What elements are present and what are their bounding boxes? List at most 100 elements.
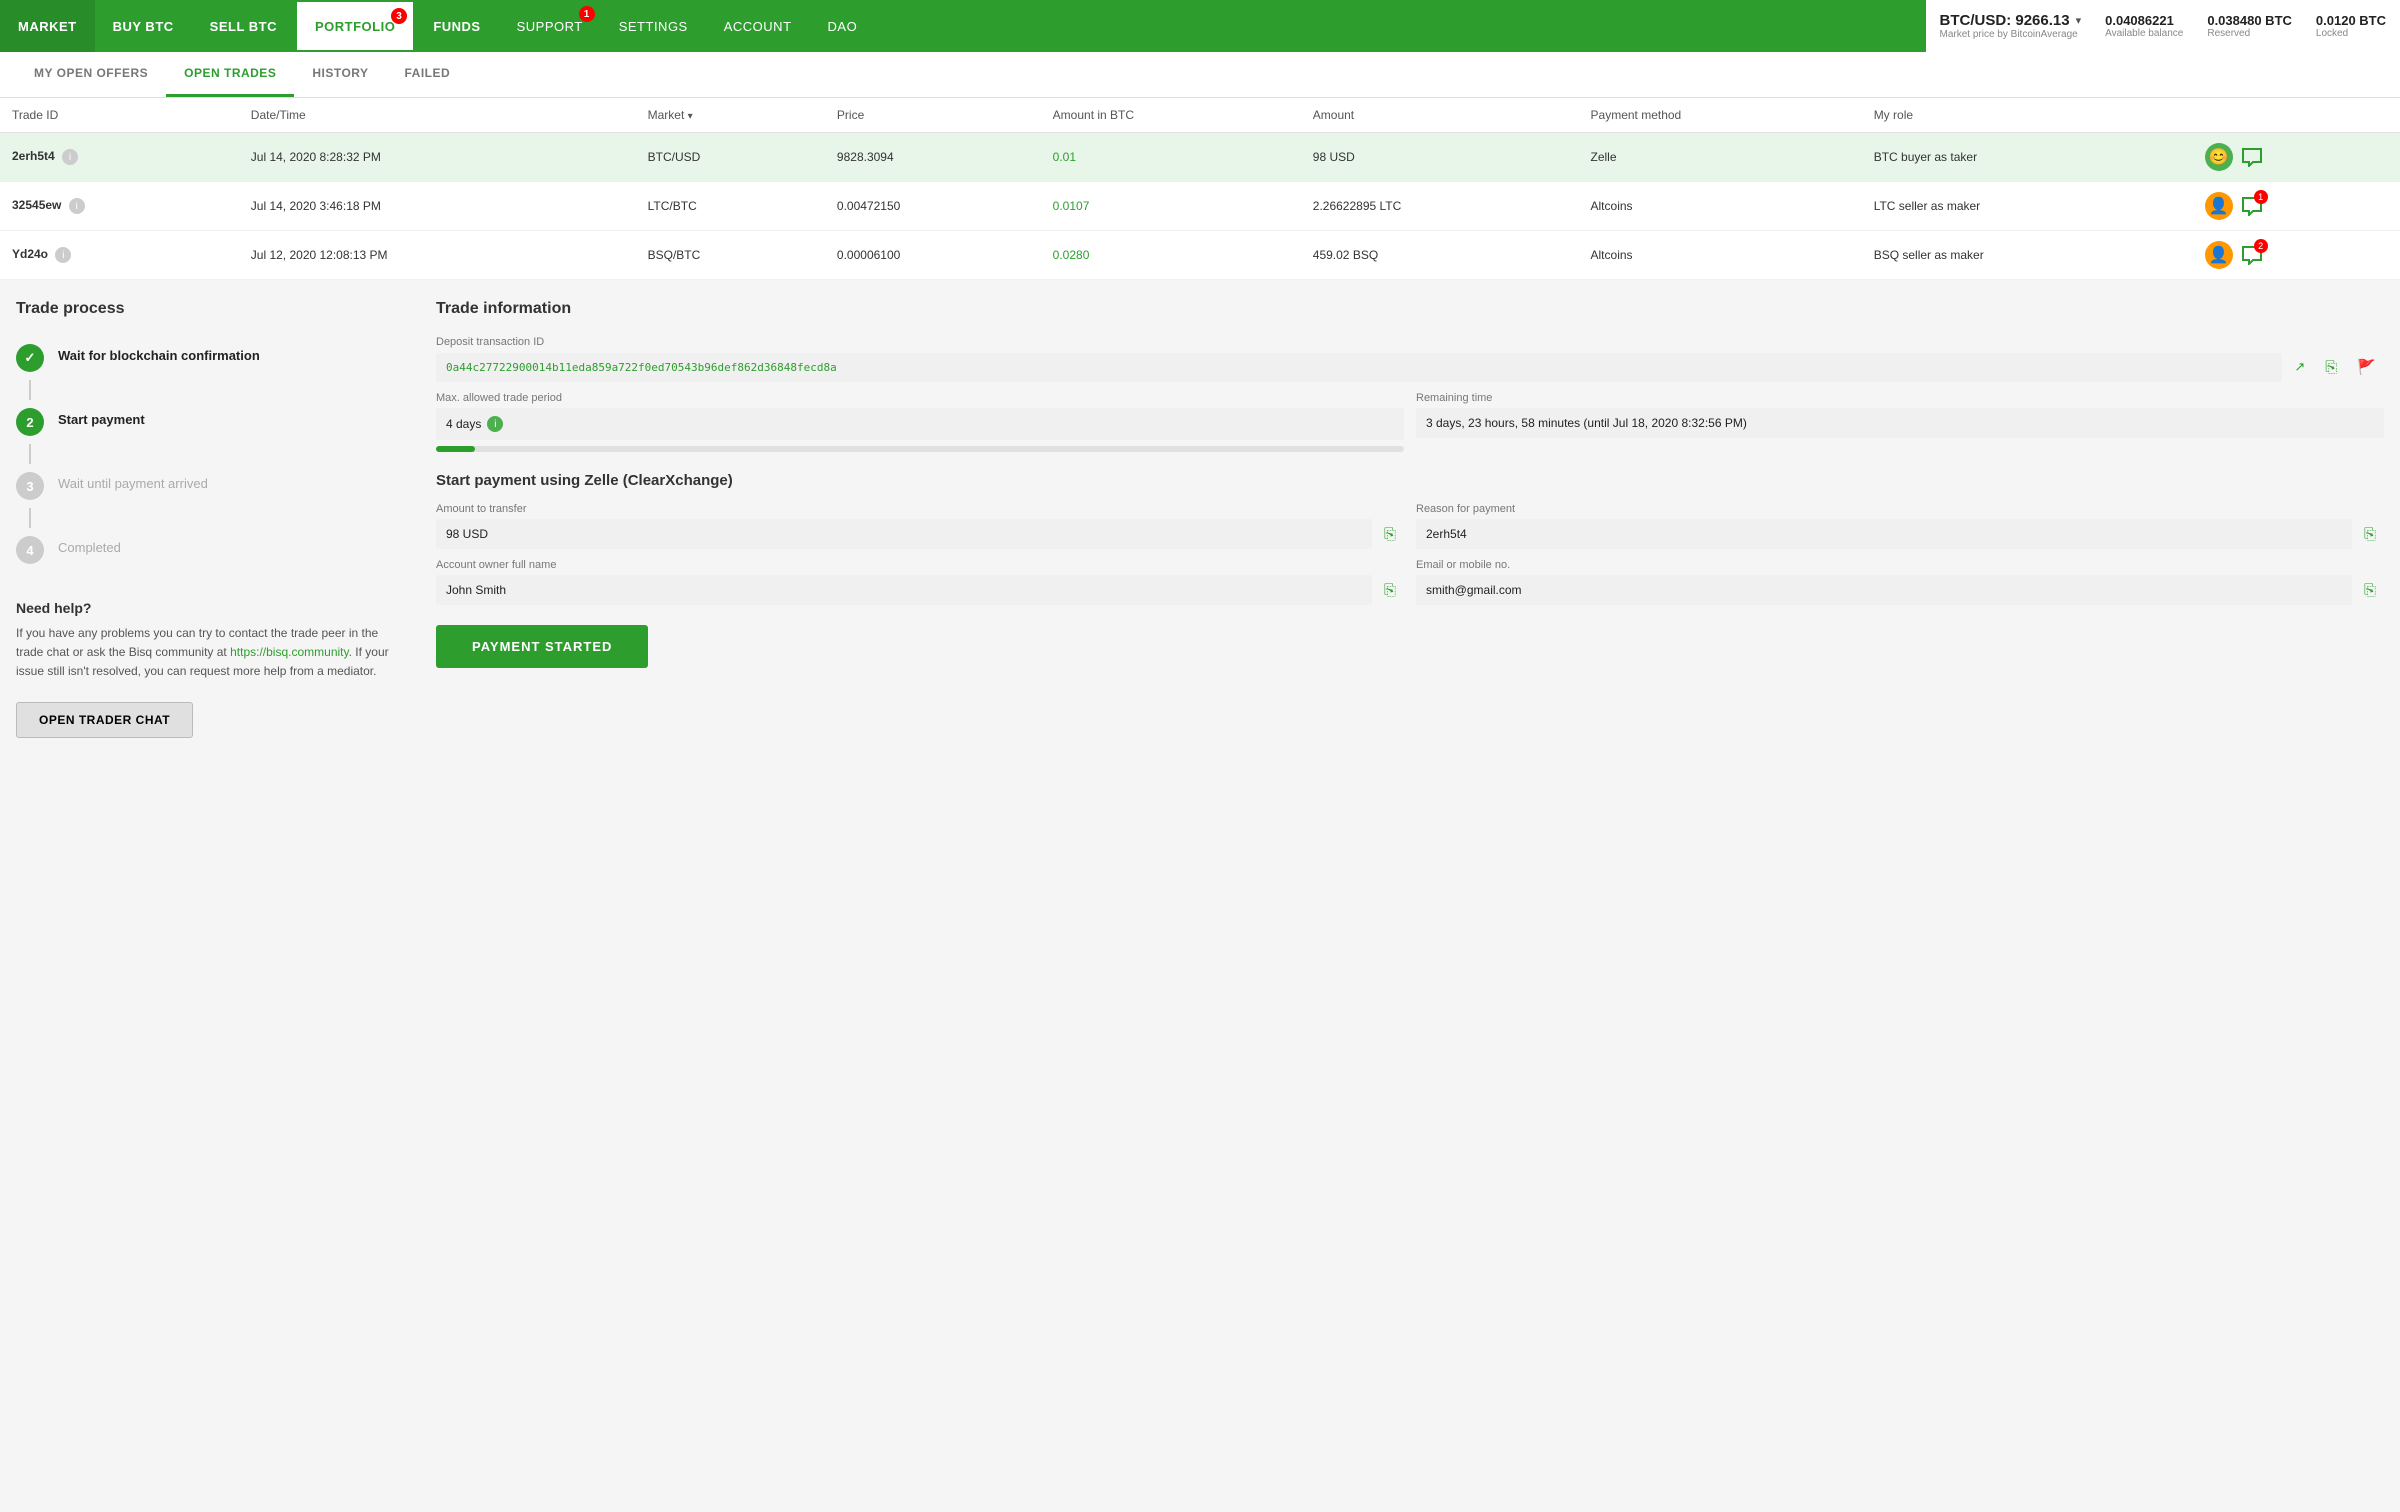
help-text: If you have any problems you can try to …	[16, 624, 406, 682]
bisq-community-link[interactable]: https://bisq.community	[230, 645, 349, 659]
tab-history[interactable]: HISTORY	[294, 52, 386, 97]
max-period-block: Max. allowed trade period 4 days i	[436, 392, 1404, 462]
amount-reason-row: Amount to transfer ⎘ Reason for payment …	[436, 503, 2384, 549]
remaining-value: 3 days, 23 hours, 58 minutes (until Jul …	[1416, 408, 2384, 438]
tab-open-offers[interactable]: MY OPEN OFFERS	[16, 52, 166, 97]
col-actions	[2193, 98, 2400, 133]
deposit-tx-group: Deposit transaction ID ↗ ⎘ 🚩	[436, 336, 2384, 382]
market-cell: BTC/USD	[636, 133, 825, 182]
datetime-cell: Jul 14, 2020 3:46:18 PM	[239, 182, 636, 231]
reason-input-row: ⎘	[1416, 519, 2384, 549]
top-navigation: MARKET BUY BTC SELL BTC PORTFOLIO 3 FUND…	[0, 0, 2400, 52]
btc-price-pair: BTC/USD: 9266.13	[1940, 12, 2070, 29]
nav-sell-btc[interactable]: SELL BTC	[192, 0, 295, 52]
progress-bar-fill	[436, 446, 475, 452]
amount-btc-cell: 0.0107	[1041, 182, 1301, 231]
tab-open-trades[interactable]: OPEN TRADES	[166, 52, 294, 97]
amount-copy[interactable]: ⎘	[1376, 520, 1404, 549]
amount-input[interactable]	[436, 519, 1372, 549]
available-balance: 0.04086221 Available balance	[2105, 13, 2183, 39]
col-payment: Payment method	[1579, 98, 1862, 133]
table-row[interactable]: 2erh5t4 i Jul 14, 2020 8:28:32 PM BTC/US…	[0, 133, 2400, 182]
trade-id-cell: 2erh5t4 i	[0, 133, 239, 182]
reason-copy[interactable]: ⎘	[2356, 520, 2384, 549]
trade-info-icon[interactable]: i	[55, 247, 71, 263]
owner-group: Account owner full name ⎘	[436, 559, 1404, 605]
trade-id-cell: 32545ew i	[0, 182, 239, 231]
table-row[interactable]: 32545ew i Jul 14, 2020 3:46:18 PM LTC/BT…	[0, 182, 2400, 231]
open-trader-chat-button[interactable]: OPEN TRADER CHAT	[16, 702, 193, 738]
trade-info-icon[interactable]: i	[62, 149, 78, 165]
chat-icon[interactable]: 2	[2239, 242, 2265, 268]
role-cell: BTC buyer as taker	[1862, 133, 2193, 182]
process-step: 3 Wait until payment arrived	[16, 464, 406, 508]
col-market[interactable]: Market ▾	[636, 98, 825, 133]
avatar: 👤	[2205, 241, 2233, 269]
payment-started-button[interactable]: PAYMENT STARTED	[436, 625, 648, 668]
nav-funds[interactable]: FUNDS	[415, 0, 498, 52]
market-cell: BSQ/BTC	[636, 231, 825, 280]
chat-icon[interactable]: 1	[2239, 193, 2265, 219]
nav-dao[interactable]: DAO	[810, 0, 876, 52]
email-label: Email or mobile no.	[1416, 559, 2384, 571]
amount-label: Amount to transfer	[436, 503, 1404, 515]
amount-cell: 459.02 BSQ	[1301, 231, 1579, 280]
amount-cell: 2.26622895 LTC	[1301, 182, 1579, 231]
payment-section-title: Start payment using Zelle (ClearXchange)	[436, 472, 2384, 489]
chat-badge: 1	[2254, 190, 2268, 204]
trade-info-icon[interactable]: i	[69, 198, 85, 214]
col-trade-id: Trade ID	[0, 98, 239, 133]
open-trades-table: Trade ID Date/Time Market ▾ Price Amount…	[0, 98, 2400, 280]
email-group: Email or mobile no. ⎘	[1416, 559, 2384, 605]
tabs-bar: MY OPEN OFFERS OPEN TRADES HISTORY FAILE…	[0, 52, 2400, 98]
tab-failed[interactable]: FAILED	[387, 52, 469, 97]
trade-table-section: Trade ID Date/Time Market ▾ Price Amount…	[0, 98, 2400, 280]
role-cell: BSQ seller as maker	[1862, 231, 2193, 280]
nav-market[interactable]: MARKET	[0, 0, 95, 52]
step-label-2: Start payment	[58, 408, 145, 427]
deposit-tx-flag[interactable]: 🚩	[2349, 352, 2384, 382]
chat-icon[interactable]	[2239, 144, 2265, 170]
col-role: My role	[1862, 98, 2193, 133]
btc-price-section: BTC/USD: 9266.13 ▾ Market price by Bitco…	[1940, 12, 2082, 40]
avatar: 😊	[2205, 143, 2233, 171]
main-content: Trade process ✓ Wait for blockchain conf…	[0, 280, 2400, 758]
amount-cell: 98 USD	[1301, 133, 1579, 182]
deposit-tx-external-link[interactable]: ↗	[2286, 353, 2313, 381]
trade-id-cell: Yd24o i	[0, 231, 239, 280]
owner-copy[interactable]: ⎘	[1376, 576, 1404, 605]
nav-settings[interactable]: Settings	[601, 0, 706, 52]
email-copy[interactable]: ⎘	[2356, 576, 2384, 605]
nav-buy-btc[interactable]: BUY BTC	[95, 0, 192, 52]
step-circle-4: 4	[16, 536, 44, 564]
process-step: 4 Completed	[16, 528, 406, 572]
price-sub-label: Market price by BitcoinAverage	[1940, 29, 2082, 40]
owner-input[interactable]	[436, 575, 1372, 605]
price-dropdown-icon[interactable]: ▾	[2076, 14, 2082, 27]
price-cell: 0.00006100	[825, 231, 1041, 280]
max-period-info-icon[interactable]: i	[487, 416, 503, 432]
col-amount: Amount	[1301, 98, 1579, 133]
email-input-row: ⎘	[1416, 575, 2384, 605]
trade-process-title: Trade process	[16, 300, 406, 318]
deposit-tx-input[interactable]	[436, 353, 2282, 382]
nav-account[interactable]: Account	[706, 0, 810, 52]
nav-support[interactable]: Support 1	[499, 0, 601, 52]
payment-cell: Zelle	[1579, 133, 1862, 182]
email-input[interactable]	[1416, 575, 2352, 605]
actions-cell: 😊	[2193, 133, 2400, 182]
progress-bar-wrap	[436, 446, 1404, 452]
right-panel: Trade information Deposit transaction ID…	[436, 300, 2384, 738]
table-row[interactable]: Yd24o i Jul 12, 2020 12:08:13 PM BSQ/BTC…	[0, 231, 2400, 280]
deposit-tx-copy[interactable]: ⎘	[2317, 353, 2345, 382]
step-line	[29, 380, 31, 400]
owner-input-row: ⎘	[436, 575, 1404, 605]
portfolio-badge: 3	[391, 8, 407, 24]
help-title: Need help?	[16, 600, 406, 616]
step-line	[29, 444, 31, 464]
reason-input[interactable]	[1416, 519, 2352, 549]
role-cell: LTC seller as maker	[1862, 182, 2193, 231]
payment-cell: Altcoins	[1579, 182, 1862, 231]
nav-portfolio[interactable]: PORTFOLIO 3	[295, 0, 415, 52]
help-section: Need help? If you have any problems you …	[16, 600, 406, 738]
